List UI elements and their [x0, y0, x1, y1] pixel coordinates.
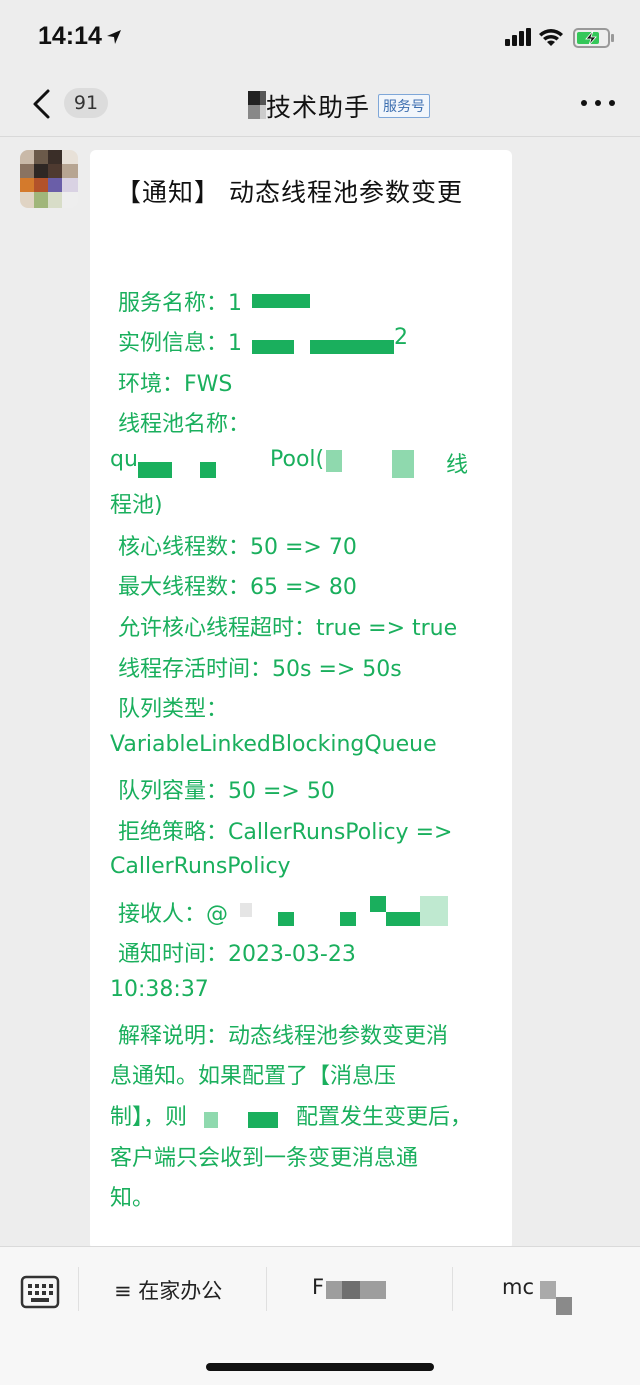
msg-pool-name-part4: 程池) — [110, 493, 163, 518]
redacted-mosaic — [342, 1281, 360, 1299]
redacted-mosaic — [240, 903, 252, 917]
chat-title: 技术助手 — [266, 93, 371, 122]
redacted-mosaic — [370, 896, 386, 912]
nav-bar: 91 技术助手 服务号 — [0, 76, 640, 137]
msg-environment: 环境：FWS — [118, 372, 233, 397]
msg-instance-info-tail: 2 — [394, 325, 408, 350]
msg-keepalive: 线程存活时间：50s => 50s — [118, 657, 402, 682]
msg-explanation-cont2b: 配置发生变更后， — [296, 1105, 473, 1130]
redacted-mosaic — [420, 896, 448, 926]
keyboard-icon[interactable] — [20, 1275, 60, 1309]
home-indicator[interactable] — [206, 1363, 434, 1371]
redacted-mosaic — [326, 450, 342, 472]
msg-queue-type-label: 队列类型： — [118, 697, 229, 722]
msg-instance-info: 实例信息：1 — [118, 331, 242, 356]
menu-item-work-from-home[interactable]: ≡ 在家办公 — [114, 1275, 222, 1305]
cellular-signal-icon — [505, 28, 531, 46]
redacted-mosaic — [386, 912, 420, 926]
msg-reject-policy: 拒绝策略：CallerRunsPolicy => — [118, 820, 453, 845]
redacted-mosaic — [540, 1281, 556, 1299]
msg-explanation: 解释说明：动态线程池参数变更消 — [118, 1024, 449, 1049]
service-account-tag: 服务号 — [378, 94, 431, 118]
redacted-mosaic — [248, 1112, 278, 1128]
msg-receiver: 接收人：@ — [118, 902, 229, 927]
unread-count-badge[interactable]: 91 — [64, 88, 108, 118]
msg-explanation-cont3: 客户端只会收到一条变更消息通 — [110, 1146, 419, 1171]
status-time: 14:14 — [38, 22, 102, 50]
chat-screen: 14:14 91 技术助手 服务号 【通知】 动态线程池参数变更 服务名称：1 … — [0, 0, 640, 1385]
redacted-mosaic — [204, 1112, 218, 1128]
msg-notify-time: 通知时间：2023-03-23 — [118, 942, 356, 967]
back-arrow-icon[interactable] — [30, 88, 54, 120]
msg-explanation-cont2a: 制】，则 — [110, 1105, 188, 1130]
redacted-mosaic — [138, 462, 172, 478]
msg-queue-type: VariableLinkedBlockingQueue — [110, 732, 437, 757]
msg-core-threads: 核心线程数：50 => 70 — [118, 535, 357, 560]
redacted-mosaic — [310, 340, 394, 354]
redacted-mosaic — [392, 450, 414, 478]
msg-pool-name-part2: Pool( — [270, 447, 325, 472]
msg-explanation-cont1: 息通知。如果配置了【消息压 — [110, 1064, 397, 1089]
msg-notify-time-cont: 10:38:37 — [110, 977, 209, 1002]
msg-service-name: 服务名称：1 — [118, 291, 242, 316]
menu-item-3[interactable]: mc — [502, 1275, 534, 1299]
battery-charging-icon — [573, 28, 614, 48]
nav-title-area: 技术助手 服务号 — [246, 86, 431, 126]
wifi-icon — [539, 29, 563, 46]
msg-reject-policy-cont: CallerRunsPolicy — [110, 854, 291, 879]
msg-explanation-cont4: 知。 — [110, 1186, 155, 1211]
sender-avatar[interactable] — [20, 150, 78, 208]
msg-core-timeout: 允许核心线程超时：true => true — [118, 616, 458, 641]
msg-queue-capacity: 队列容量：50 => 50 — [118, 779, 335, 804]
menu-divider — [78, 1267, 79, 1311]
redacted-mosaic — [200, 462, 216, 478]
redacted-mosaic — [340, 912, 356, 926]
msg-pool-name-part3: 线 — [446, 453, 469, 478]
msg-pool-name-label: 线程池名称： — [118, 412, 251, 437]
redacted-mosaic — [556, 1297, 572, 1315]
location-arrow-icon — [107, 30, 121, 44]
menu-divider — [452, 1267, 453, 1311]
more-options-icon[interactable] — [580, 98, 616, 108]
redacted-mosaic — [246, 87, 266, 125]
menu-divider — [266, 1267, 267, 1311]
redacted-mosaic — [278, 912, 294, 926]
message-title: 【通知】 动态线程池参数变更 — [116, 178, 463, 207]
redacted-mosaic — [252, 294, 310, 308]
redacted-mosaic — [252, 340, 294, 354]
msg-pool-name-part1: qu — [110, 447, 138, 472]
msg-max-threads: 最大线程数：65 => 80 — [118, 575, 357, 600]
status-bar: 14:14 — [0, 0, 640, 76]
menu-item-2[interactable]: F — [312, 1275, 324, 1299]
